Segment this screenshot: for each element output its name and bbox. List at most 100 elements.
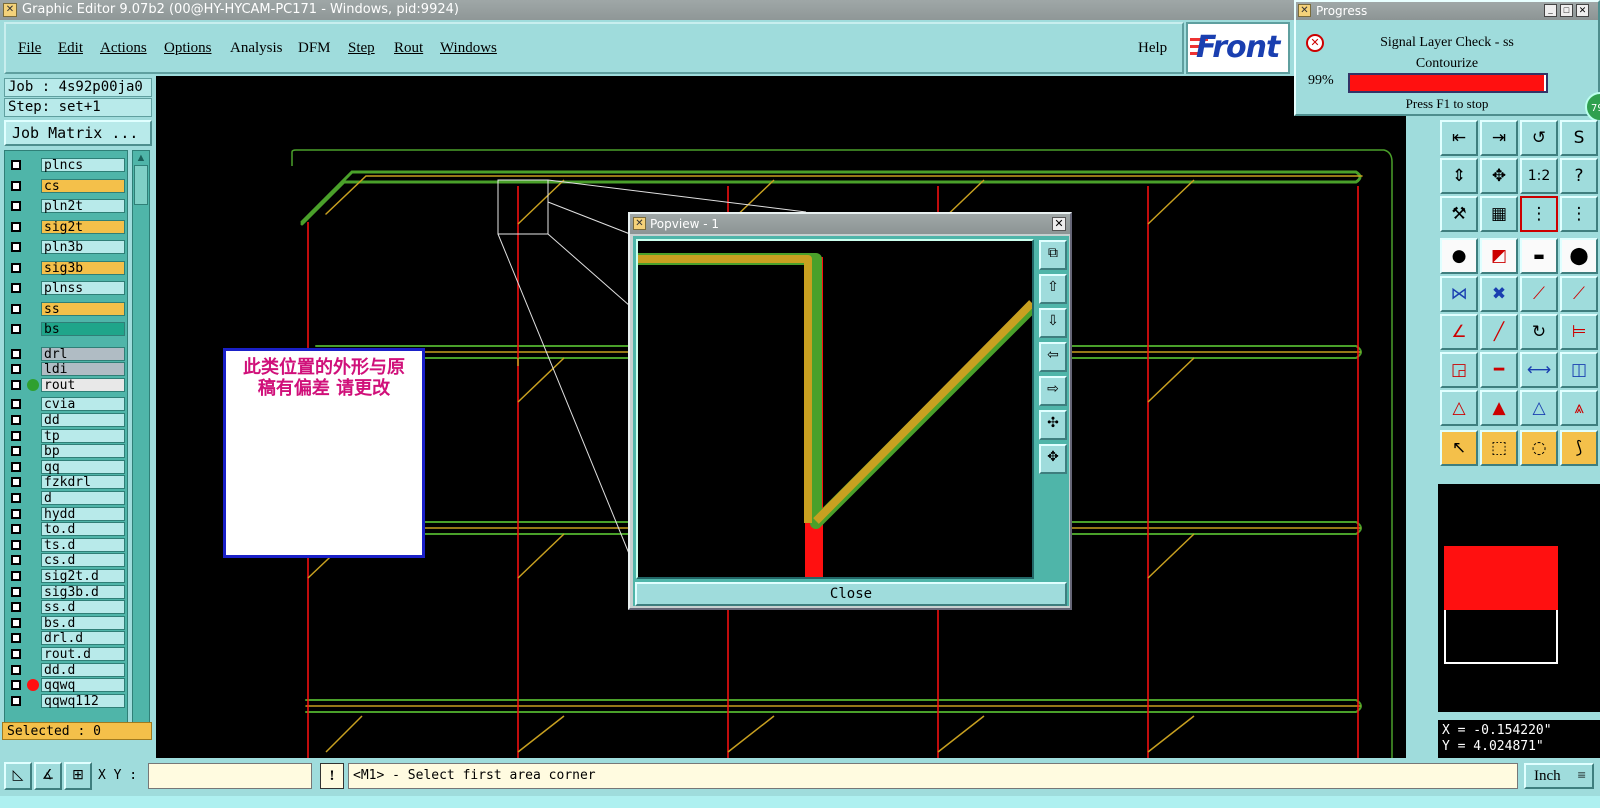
menu-help[interactable]: Help (1138, 40, 1167, 57)
layer-name[interactable]: ldi (41, 362, 125, 377)
connect-icon[interactable]: ⋈ (1440, 276, 1478, 312)
layer-checkbox[interactable] (11, 446, 21, 457)
layer-checkbox[interactable] (11, 617, 21, 628)
layer-name[interactable]: fzkdrl (41, 475, 125, 490)
triangle-arrows-icon[interactable]: ▲ (1480, 390, 1518, 426)
layer-row[interactable]: ss.d (7, 599, 125, 615)
layer-row[interactable]: fzkdrl (7, 474, 125, 490)
layer-row[interactable]: d (7, 490, 125, 506)
layer-name[interactable]: to.d (41, 522, 125, 537)
line-arrow-icon[interactable]: ⟋ (1560, 276, 1598, 312)
layer-row[interactable]: rout (7, 377, 125, 393)
ruler-icon[interactable]: ▬ (1520, 238, 1558, 274)
grid-snap-icon[interactable]: ⊞ (64, 762, 92, 790)
layer-name[interactable]: ss (41, 301, 125, 316)
layer-name[interactable]: bp (41, 444, 125, 459)
layer-name[interactable]: plncs (41, 158, 125, 172)
layer-name[interactable]: dd (41, 412, 125, 427)
layer-checkbox[interactable] (11, 570, 21, 581)
layer-name[interactable]: rout (41, 377, 125, 392)
tools-icon[interactable]: ⚒ (1440, 196, 1478, 232)
select-circle-icon[interactable]: ◌ (1520, 430, 1558, 466)
layer-checkbox[interactable] (11, 508, 21, 519)
layer-checkbox[interactable] (11, 379, 21, 390)
layer-name[interactable]: sig3b.d (41, 584, 125, 599)
layer-checkbox[interactable] (11, 602, 21, 613)
grid-icon[interactable]: ▦ (1480, 196, 1518, 232)
layer-name[interactable]: cs (41, 178, 125, 193)
layer-checkbox[interactable] (11, 364, 21, 375)
help-icon[interactable]: ? (1560, 158, 1598, 194)
popview-canvas[interactable] (636, 239, 1034, 579)
dimension-icon[interactable]: ⟷ (1520, 352, 1558, 388)
layer-row[interactable]: drl (7, 346, 125, 362)
scroll-thumb[interactable] (134, 165, 148, 205)
layer-checkbox[interactable] (11, 324, 21, 334)
line-point-icon[interactable]: ⟋ (1520, 276, 1558, 312)
layer-toggle-icon[interactable]: ⋮ (1520, 196, 1558, 232)
layer-name[interactable]: pln3b (41, 240, 125, 254)
layer-name[interactable]: sig2t.d (41, 568, 125, 583)
layer-row[interactable]: ss (7, 301, 125, 317)
line-mode-icon[interactable]: ◺ (4, 762, 32, 790)
xy-input[interactable] (148, 763, 312, 789)
layer-checkbox[interactable] (11, 680, 21, 691)
close-icon[interactable]: ✕ (1576, 4, 1589, 17)
layer-row[interactable]: rout.d (7, 646, 125, 662)
layer-row[interactable]: ts.d (7, 537, 125, 553)
layer-list-scrollbar[interactable]: ▲ ▼ (132, 150, 150, 740)
select-box-icon[interactable]: ⬚ (1480, 430, 1518, 466)
popview-pan-down-icon[interactable]: ⇩ (1039, 308, 1067, 338)
layer-name[interactable]: drl.d (41, 631, 125, 646)
popview-zoom-fit-icon[interactable]: ⧉ (1039, 240, 1067, 270)
triangle-small-icon[interactable]: △ (1440, 390, 1478, 426)
layer-name[interactable]: qqwq112 (41, 693, 125, 708)
layer-name[interactable]: ss.d (41, 600, 125, 615)
layer-name[interactable]: plnss (41, 281, 125, 295)
zoom-center-icon[interactable]: ✥ (1480, 158, 1518, 194)
layer-checkbox[interactable] (11, 695, 21, 706)
layer-name[interactable]: rout.d (41, 646, 125, 661)
menu-options[interactable]: Options (164, 40, 212, 57)
layer-checkbox[interactable] (11, 586, 21, 597)
layer-checkbox[interactable] (11, 262, 21, 273)
undo-view-icon[interactable]: ↺ (1520, 120, 1558, 156)
layer-checkbox[interactable] (11, 461, 21, 472)
layer-name[interactable]: drl (41, 346, 125, 361)
popview-close-button[interactable]: Close (635, 582, 1067, 606)
scroll-up-icon[interactable]: ▲ (135, 152, 147, 164)
layer-name[interactable]: hydd (41, 506, 125, 521)
popview-zoom-out-icon[interactable]: ✥ (1039, 444, 1067, 474)
layer-checkbox[interactable] (11, 160, 21, 170)
triangle-measure-icon[interactable]: ⩓ (1560, 390, 1598, 426)
maximize-icon[interactable]: □ (1560, 4, 1573, 17)
minimap[interactable] (1444, 546, 1558, 664)
layer-checkbox[interactable] (11, 221, 21, 232)
layer-checkbox[interactable] (11, 555, 21, 566)
layer-row[interactable]: qq (7, 459, 125, 475)
layer-row[interactable]: pln3b (7, 239, 125, 255)
zoom-one-to-two-icon[interactable]: 1:2 (1520, 158, 1558, 194)
popview-pan-right-icon[interactable]: ⇨ (1039, 376, 1067, 406)
mirror-icon[interactable]: ⊨ (1560, 314, 1598, 350)
layer-row[interactable]: plncs (7, 157, 125, 173)
unit-selector[interactable]: Inch ≡ (1524, 763, 1594, 789)
layer-name[interactable]: qq (41, 459, 125, 474)
menu-dfm[interactable]: DFM (298, 40, 331, 57)
menu-rout[interactable]: Rout (394, 40, 423, 57)
layer-name[interactable]: cvia (41, 397, 125, 412)
menu-actions[interactable]: Actions (100, 40, 147, 57)
layer-name[interactable]: sig2t (41, 219, 125, 234)
pad-icon[interactable]: ● (1440, 238, 1478, 274)
job-matrix-button[interactable]: Job Matrix ... (4, 120, 152, 146)
layer-row[interactable]: qqwq112 (7, 693, 125, 709)
popview-close-icon[interactable]: ✕ (1052, 217, 1066, 231)
layer-checkbox[interactable] (11, 492, 21, 503)
layer-checkbox[interactable] (11, 303, 21, 314)
layer-row[interactable]: bp (7, 443, 125, 459)
layer-row[interactable]: dd.d (7, 662, 125, 678)
layer-name[interactable]: dd.d (41, 662, 125, 677)
arc-icon[interactable]: ↻ (1520, 314, 1558, 350)
triangle-outline-icon[interactable]: △ (1520, 390, 1558, 426)
layer-name[interactable]: bs.d (41, 615, 125, 630)
